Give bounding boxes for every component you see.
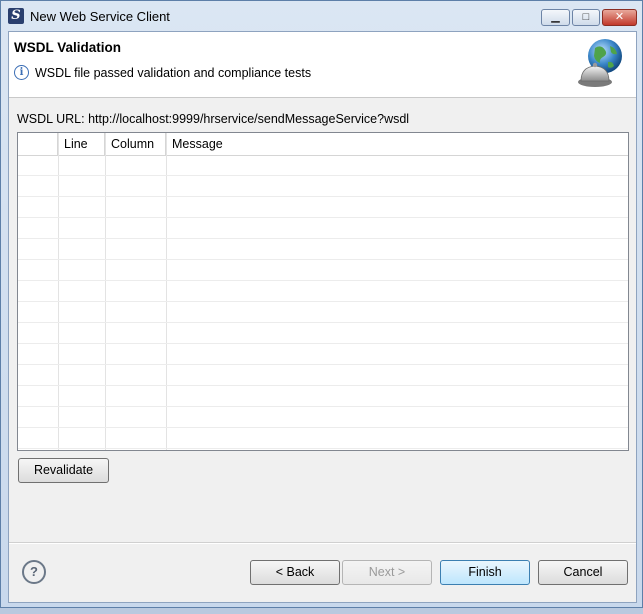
table-row: [18, 239, 628, 260]
revalidate-button[interactable]: Revalidate: [18, 458, 109, 483]
table-row: [18, 302, 628, 323]
dialog-body: WSDL Validation i WSDL file passed valid…: [8, 31, 637, 603]
finish-button[interactable]: Finish: [440, 560, 530, 585]
cancel-button[interactable]: Cancel: [538, 560, 628, 585]
table-row: [18, 281, 628, 302]
banner-message: WSDL file passed validation and complian…: [35, 66, 312, 80]
table-row: [18, 260, 628, 281]
table-row: [18, 407, 628, 428]
button-bar-separator: [9, 542, 636, 544]
title-bar[interactable]: S New Web Service Client ▁ □ ✕: [1, 1, 642, 31]
next-button[interactable]: Next >: [342, 560, 432, 585]
table-row: [18, 428, 628, 449]
page-title: WSDL Validation: [14, 40, 122, 55]
app-icon: S: [8, 8, 24, 24]
table-row: [18, 176, 628, 197]
desktop-background-strip: [0, 608, 643, 614]
table-row: [18, 197, 628, 218]
close-button[interactable]: ✕: [602, 9, 637, 26]
wizard-banner: WSDL Validation i WSDL file passed valid…: [9, 32, 636, 98]
column-header-icon[interactable]: [18, 133, 58, 155]
info-icon: i: [14, 65, 29, 80]
table-row: [18, 155, 628, 176]
help-icon[interactable]: ?: [22, 560, 46, 584]
window-title: New Web Service Client: [30, 9, 170, 24]
table-row: [18, 365, 628, 386]
column-header-line[interactable]: Line: [58, 133, 105, 155]
validation-messages-table[interactable]: Line Column Message: [17, 132, 629, 451]
maximize-button[interactable]: □: [572, 9, 600, 26]
minimize-button[interactable]: ▁: [541, 9, 570, 26]
back-button[interactable]: < Back: [250, 560, 340, 585]
table-row: [18, 218, 628, 239]
table-header: Line Column Message: [18, 133, 628, 156]
wsdl-url-label: WSDL URL: http://localhost:9999/hrservic…: [17, 112, 410, 126]
table-row: [18, 344, 628, 365]
table-row: [18, 323, 628, 344]
table-row: [18, 386, 628, 407]
globe-bell-icon: [578, 39, 622, 87]
dialog-window: S New Web Service Client ▁ □ ✕ WSDL Vali…: [0, 0, 643, 608]
column-header-column[interactable]: Column: [105, 133, 166, 155]
column-header-message[interactable]: Message: [166, 133, 628, 155]
